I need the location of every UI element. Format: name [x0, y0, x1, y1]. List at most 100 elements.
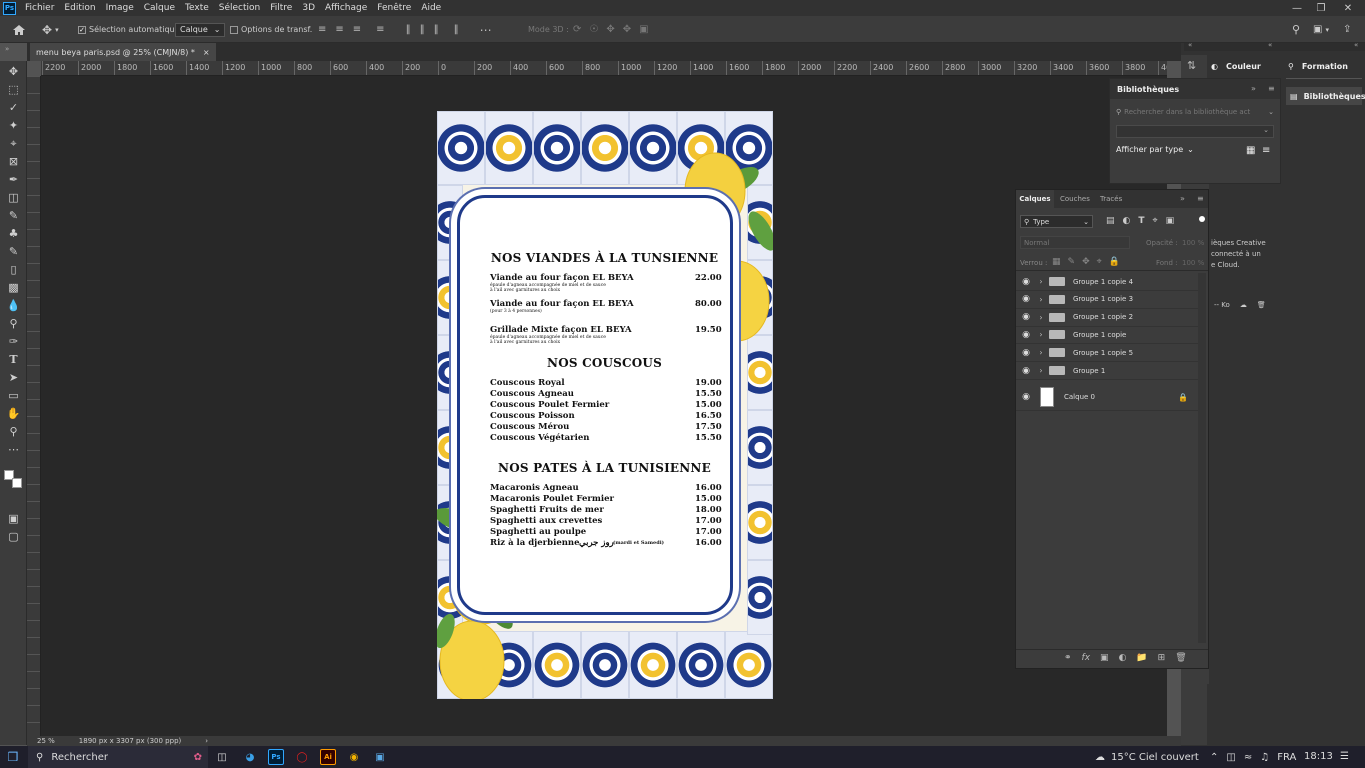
frame-tool-icon[interactable]: ⊠	[5, 154, 22, 169]
more-options-icon[interactable]: ⋯	[480, 23, 492, 37]
collapse-panel-icon[interactable]: »	[1251, 84, 1256, 93]
layer-row[interactable]: ◉ › Groupe 1 copie 4	[1016, 273, 1198, 291]
panel-menu-icon[interactable]: ≡	[1268, 84, 1275, 93]
menu-texte[interactable]: Texte	[180, 3, 214, 13]
close-tab-icon[interactable]: ×	[203, 48, 210, 57]
stamp-tool-icon[interactable]: ♣	[5, 226, 22, 241]
3d-slide-icon[interactable]: ✥	[623, 24, 631, 35]
close-icon[interactable]: ✕	[1336, 0, 1360, 16]
taskbar-search-box[interactable]: ⚲ Rechercher ✿	[28, 746, 208, 768]
lock-position-icon[interactable]: ✥	[1082, 257, 1090, 267]
distribute-vertical-icon[interactable]: ‖	[454, 24, 459, 35]
show-by-type-dropdown[interactable]: Afficher par type ⌄	[1116, 145, 1194, 154]
visibility-eye-icon[interactable]: ◉	[1016, 277, 1036, 287]
collapse-toolbar-icon[interactable]: »	[5, 45, 9, 53]
auto-select-dropdown[interactable]: Calque ⌄	[175, 16, 226, 43]
background-color-swatch[interactable]	[12, 478, 22, 488]
path-selection-tool-icon[interactable]: ➤	[5, 370, 22, 385]
visibility-eye-icon[interactable]: ◉	[1016, 348, 1036, 358]
visibility-eye-icon[interactable]: ◉	[1016, 312, 1036, 322]
properties-icon[interactable]: ⇅	[1187, 59, 1196, 72]
new-layer-icon[interactable]: ⊞	[1158, 653, 1166, 663]
wifi-icon[interactable]: ≈	[1244, 752, 1252, 763]
distribute-icon[interactable]: ≡	[376, 24, 384, 35]
menu-image[interactable]: Image	[101, 3, 139, 13]
workspace-icon[interactable]: ▣ ▾	[1313, 16, 1329, 43]
layer-row[interactable]: ◉ › Groupe 1 copie 2	[1016, 309, 1198, 327]
3d-camera-icon[interactable]: ▣	[639, 24, 648, 35]
link-layers-icon[interactable]: ⚭	[1064, 653, 1072, 663]
menu-selection[interactable]: Sélection	[214, 3, 265, 13]
opacity-value[interactable]: 100 %	[1182, 239, 1204, 247]
delete-layer-icon[interactable]: 🗑	[1175, 653, 1186, 663]
cloud-sync-icon[interactable]: ☁	[1240, 301, 1247, 309]
lock-pixels-icon[interactable]: ✎	[1068, 257, 1076, 267]
layer-list-scrollbar[interactable]	[1198, 273, 1206, 643]
expand-group-icon[interactable]: ›	[1036, 295, 1046, 304]
lock-transparency-icon[interactable]: ▦	[1052, 257, 1061, 267]
blend-mode-dropdown[interactable]: Normal	[1020, 236, 1130, 249]
language-indicator[interactable]: FRA	[1277, 752, 1296, 763]
menu-fichier[interactable]: Fichier	[20, 3, 59, 13]
menu-document[interactable]: NOS VIANDES À LA TUNSIENNE Viande au four…	[437, 111, 773, 699]
history-brush-tool-icon[interactable]: ✎	[5, 244, 22, 259]
hand-tool-icon[interactable]: ✋	[5, 406, 22, 421]
type-filter-icon[interactable]: T	[1138, 216, 1144, 226]
tab-couches[interactable]: Couches	[1060, 195, 1090, 203]
adjustment-filter-icon[interactable]: ◐	[1123, 216, 1131, 226]
visibility-eye-icon[interactable]: ◉	[1016, 294, 1036, 304]
smart-object-filter-icon[interactable]: ▣	[1166, 216, 1175, 226]
align-right-icon[interactable]: ≡	[353, 24, 361, 35]
collapse-panel-icon[interactable]: »	[1180, 194, 1185, 203]
weather-widget[interactable]: ☁ 15°C Ciel couvert	[1095, 746, 1199, 768]
layer-row[interactable]: ◉ › Groupe 1 copie 3	[1016, 291, 1198, 309]
new-group-icon[interactable]: 📁	[1136, 653, 1147, 663]
adjustment-layer-icon[interactable]: ◐	[1119, 653, 1127, 663]
zoom-level[interactable]: 25 %	[37, 737, 55, 745]
eraser-tool-icon[interactable]: ▯	[5, 262, 22, 277]
move-tool-icon[interactable]: ✥	[5, 64, 22, 79]
menu-filtre[interactable]: Filtre	[265, 3, 297, 13]
visibility-eye-icon[interactable]: ◉	[1016, 392, 1036, 402]
task-view-icon[interactable]: ◫	[214, 749, 230, 765]
collapse-dock-middle-icon[interactable]: «	[1268, 41, 1272, 49]
fill-value[interactable]: 100 %	[1182, 259, 1204, 267]
minimize-icon[interactable]: —	[1285, 0, 1309, 16]
collapse-dock-right-icon[interactable]: «	[1354, 41, 1358, 49]
align-left-icon[interactable]: ≡	[318, 24, 326, 35]
align-center-icon[interactable]: ≡	[335, 24, 343, 35]
layer-row[interactable]: ◉ › Groupe 1 copie 5	[1016, 344, 1198, 363]
pixel-filter-icon[interactable]: ▤	[1106, 216, 1115, 226]
menu-aide[interactable]: Aide	[416, 3, 446, 13]
restore-icon[interactable]: ❐	[1309, 0, 1333, 16]
pen-tool-icon[interactable]: ✑	[5, 334, 22, 349]
menu-3d[interactable]: 3D	[297, 3, 320, 13]
volume-icon[interactable]: ♫	[1260, 752, 1269, 763]
3d-pan-icon[interactable]: ✥	[606, 24, 614, 35]
bibliotheques-panel-tab[interactable]: ▤ Bibliothèques	[1286, 87, 1365, 105]
align-bottom-icon[interactable]: ‖	[434, 24, 439, 35]
photoshop-taskbar-icon[interactable]: Ps	[268, 749, 284, 765]
add-mask-icon[interactable]: ▣	[1100, 653, 1109, 663]
align-middle-icon[interactable]: ‖	[420, 24, 425, 35]
fx-icon[interactable]: fx	[1082, 653, 1091, 663]
dodge-tool-icon[interactable]: ⚲	[5, 316, 22, 331]
formation-panel-tab[interactable]: ⚲ Formation	[1288, 58, 1348, 75]
expand-group-icon[interactable]: ›	[1036, 348, 1046, 357]
list-view-icon[interactable]: ≡	[1262, 145, 1270, 156]
rectangle-tool-icon[interactable]: ▭	[5, 388, 22, 403]
menu-fenetre[interactable]: Fenêtre	[372, 3, 416, 13]
menu-affichage[interactable]: Affichage	[320, 3, 372, 13]
search-icon[interactable]: ⚲	[1292, 16, 1300, 43]
move-tool-icon[interactable]: ✥ ▾	[42, 16, 59, 43]
eyedropper-tool-icon[interactable]: ✒	[5, 172, 22, 187]
notification-icon[interactable]: ☰	[1340, 751, 1349, 762]
blur-tool-icon[interactable]: 💧	[5, 298, 22, 313]
couleur-panel-tab[interactable]: ◐ Couleur	[1211, 58, 1261, 75]
app-icon[interactable]: ▣	[372, 749, 388, 765]
tab-calques[interactable]: Calques	[1016, 190, 1054, 208]
transform-options-checkbox[interactable]: Options de transf.	[230, 16, 312, 43]
zoom-tool-icon[interactable]: ⚲	[5, 424, 22, 439]
visibility-eye-icon[interactable]: ◉	[1016, 330, 1036, 340]
collapse-dock-left-icon[interactable]: «	[1188, 41, 1192, 49]
